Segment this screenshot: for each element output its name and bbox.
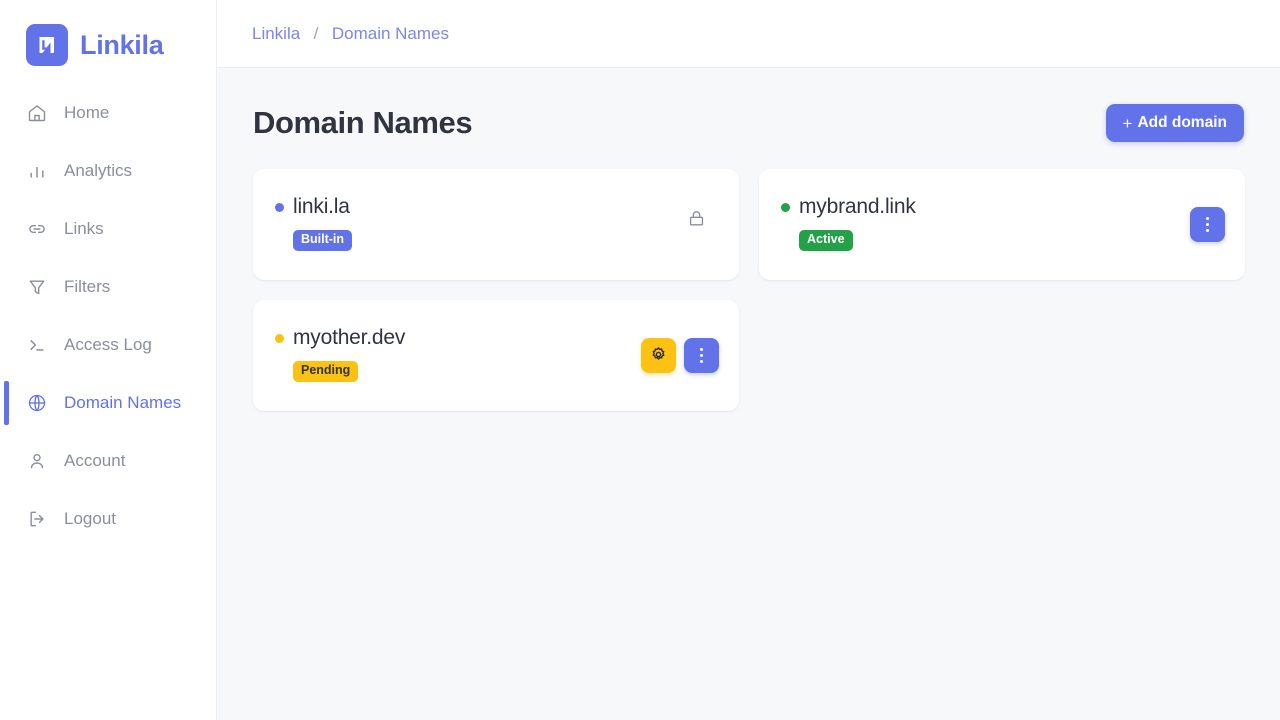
more-options-button[interactable] [1190,207,1225,242]
breadcrumb-current[interactable]: Domain Names [332,24,449,43]
page-title: Domain Names [253,105,472,141]
sidebar-item-label: Home [64,103,109,123]
domain-title-row: linki.la [275,195,352,219]
status-badge: Active [799,230,853,251]
status-badge: Pending [293,361,358,382]
logout-icon [26,508,48,530]
status-dot [275,334,284,343]
sidebar-item-filters[interactable]: Filters [0,264,216,309]
content-area: Domain Names + Add domain linki.la Built… [217,68,1280,720]
domain-name: linki.la [293,195,350,219]
sidebar-item-label: Access Log [64,335,152,355]
domain-card[interactable]: linki.la Built-in [253,169,739,280]
brand-logo[interactable]: Linkila [0,0,216,72]
sidebar-item-label: Domain Names [64,393,181,413]
sidebar-item-access-log[interactable]: Access Log [0,322,216,367]
add-domain-label: Add domain [1137,114,1227,132]
page-header: Domain Names + Add domain [253,104,1245,142]
app-root: Linkila Home Analytics [0,0,1280,720]
sidebar-item-label: Analytics [64,161,132,181]
status-dot [275,203,284,212]
domain-name: mybrand.link [799,195,916,219]
main-area: Linkila / Domain Names Domain Names + Ad… [217,0,1280,720]
more-vertical-icon [700,348,703,363]
sidebar-nav: Home Analytics Links [0,90,216,541]
plus-icon: + [1123,115,1133,132]
domain-card-info: myother.dev Pending [275,326,405,382]
terminal-icon [26,334,48,356]
sidebar-item-account[interactable]: Account [0,438,216,483]
user-icon [26,450,48,472]
sidebar-item-home[interactable]: Home [0,90,216,135]
settings-button[interactable] [641,338,676,373]
breadcrumb-root[interactable]: Linkila [252,24,300,43]
sidebar-item-domain-names[interactable]: Domain Names [0,380,216,425]
sidebar-item-label: Filters [64,277,110,297]
domain-title-row: mybrand.link [781,195,916,219]
lock-icon [687,209,706,233]
domain-card-info: mybrand.link Active [781,195,916,251]
sidebar-item-label: Account [64,451,125,471]
domain-card-actions [1190,207,1225,242]
home-icon [26,102,48,124]
domain-card[interactable]: myother.dev Pending [253,300,739,411]
link-icon [26,218,48,240]
breadcrumb-separator: / [314,24,319,43]
status-badge: Built-in [293,230,352,251]
domain-card-info: linki.la Built-in [275,195,352,251]
sidebar-item-links[interactable]: Links [0,206,216,251]
breadcrumb: Linkila / Domain Names [252,24,449,44]
sidebar-item-logout[interactable]: Logout [0,496,216,541]
more-vertical-icon [1206,217,1209,232]
domain-title-row: myother.dev [275,326,405,350]
gear-icon [650,346,667,366]
linkila-logo-icon [26,24,68,66]
domain-card-actions [641,338,719,373]
add-domain-button[interactable]: + Add domain [1106,104,1245,142]
sidebar-item-label: Links [64,219,104,239]
sidebar-item-label: Logout [64,509,116,529]
more-options-button[interactable] [684,338,719,373]
domain-card[interactable]: mybrand.link Active [759,169,1245,280]
topbar: Linkila / Domain Names [217,0,1280,68]
bar-chart-icon [26,160,48,182]
funnel-icon [26,276,48,298]
sidebar: Linkila Home Analytics [0,0,217,720]
sidebar-item-analytics[interactable]: Analytics [0,148,216,193]
domain-card-grid: linki.la Built-in [253,169,1245,411]
domain-name: myother.dev [293,326,405,350]
brand-name: Linkila [80,30,163,61]
globe-icon [26,392,48,414]
status-dot [781,203,790,212]
